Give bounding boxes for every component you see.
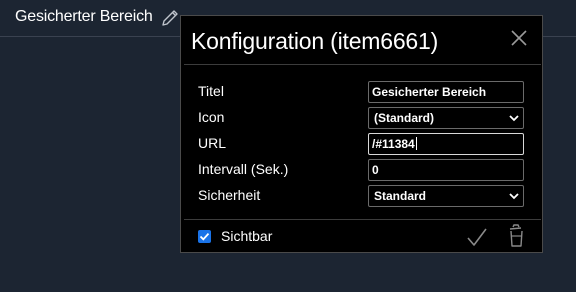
text-cursor <box>415 137 417 150</box>
footer-divider <box>184 219 541 220</box>
sicherheit-select[interactable]: Standard <box>368 185 524 207</box>
page-title: Gesicherter Bereich <box>15 8 153 25</box>
sicherheit-select-value: Standard <box>374 189 427 203</box>
icon-select-value: (Standard) <box>374 111 434 125</box>
checkmark-icon[interactable] <box>466 226 488 248</box>
dialog-title: Konfiguration (item6661) <box>191 28 439 54</box>
icon-select[interactable]: (Standard) <box>368 107 524 129</box>
intervall-input[interactable]: 0 <box>368 159 524 181</box>
configuration-dialog: Konfiguration (item6661) Titel Gesichert… <box>180 15 543 253</box>
titel-input[interactable]: Gesicherter Bereich <box>368 81 524 103</box>
chevron-down-icon <box>509 115 519 122</box>
icon-label: Icon <box>198 109 225 125</box>
url-input[interactable]: /#11384 <box>368 133 524 155</box>
titel-label: Titel <box>198 83 224 99</box>
chevron-down-icon <box>509 193 519 200</box>
header-divider <box>184 64 541 65</box>
url-label: URL <box>198 135 227 151</box>
edit-icon[interactable] <box>160 8 180 28</box>
checkmark-icon <box>199 232 210 241</box>
sichtbar-checkbox[interactable] <box>198 230 211 243</box>
trash-icon[interactable] <box>507 224 525 248</box>
close-icon[interactable] <box>508 27 530 49</box>
intervall-label: Intervall (Sek.) <box>198 161 289 177</box>
sicherheit-label: Sicherheit <box>198 187 261 203</box>
url-input-value: /#11384 <box>372 137 415 151</box>
sichtbar-label[interactable]: Sichtbar <box>221 228 272 244</box>
